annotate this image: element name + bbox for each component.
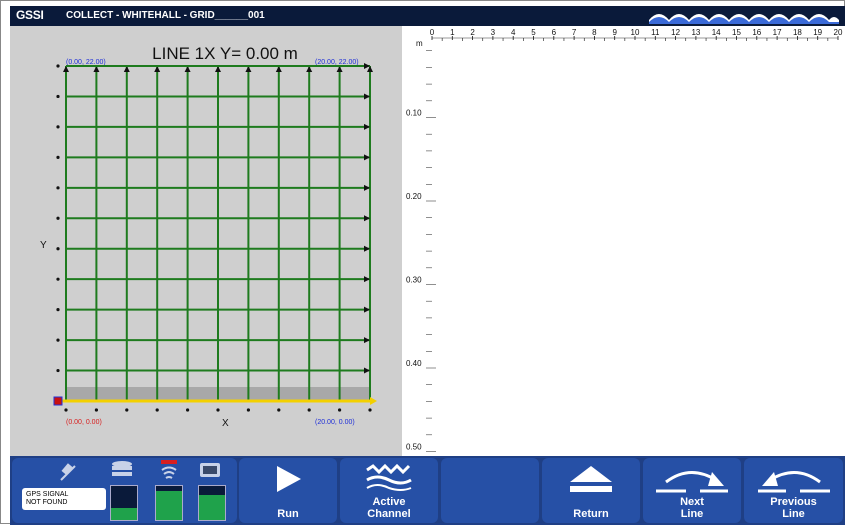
horizontal-tick-label: 10	[631, 28, 640, 37]
grid-column-dot	[94, 408, 98, 412]
y-axis-label: Y	[40, 240, 47, 251]
previous-line-button-label: Previous Line	[770, 496, 817, 520]
eject-icon	[570, 466, 612, 492]
battery-gauge	[198, 485, 226, 521]
grid-row-dot	[56, 368, 60, 373]
grid-row-dot	[56, 277, 60, 281]
horizontal-tick-label: 15	[732, 28, 741, 37]
depth-label: 0.40	[406, 359, 422, 368]
grid-column-dot	[216, 408, 220, 412]
x-axis-label: X	[222, 418, 229, 429]
next-line-button-label: Next Line	[680, 496, 704, 520]
gps-status-line1: GPS SIGNAL	[26, 491, 69, 498]
horizontal-tick-label: 17	[773, 28, 782, 37]
return-button[interactable]: Return	[542, 458, 640, 523]
signal-gauge	[155, 485, 183, 521]
depth-scale: m 0 1 2 3 4 5 6 7 8 9 10 11 12 13 14 15 16 17 18 19 200.100.…	[406, 28, 843, 452]
satellite-icon	[60, 463, 76, 481]
horizontal-tick-label: 9	[612, 28, 617, 37]
horizontal-tick-label: 5	[531, 28, 536, 37]
grid-lines	[56, 63, 373, 412]
grid-row-dot	[56, 94, 60, 99]
grid-row-dot	[56, 247, 60, 251]
depth-label: 0.30	[406, 276, 422, 285]
grid-column-dot	[338, 408, 342, 412]
grid-row-dot	[56, 186, 60, 190]
gps-status-label: GPS SIGNAL NOT FOUND	[22, 488, 106, 510]
depth-unit-label: m	[416, 39, 423, 48]
horizontal-tick-label: 8	[592, 28, 597, 37]
active-line-arrow	[370, 397, 377, 405]
grid-column-dot	[277, 408, 281, 412]
horizontal-tick-label: 13	[691, 28, 700, 37]
start-marker[interactable]	[53, 396, 63, 406]
blank-button[interactable]	[441, 458, 539, 523]
grid-column-dot	[186, 408, 190, 412]
grid-row-dot	[56, 155, 60, 159]
horizontal-tick-label: 16	[752, 28, 761, 37]
grid-column-dot	[368, 408, 372, 412]
horizontal-tick-label: 19	[813, 28, 822, 37]
corner-top-right-label: (20.00, 22.00)	[315, 59, 359, 66]
return-button-label: Return	[573, 508, 609, 520]
horizontal-tick-label: 3	[491, 28, 496, 37]
horizontal-tick-label: 7	[572, 28, 577, 37]
wave-logo-icon	[649, 14, 839, 24]
horizontal-tick-label: 0	[430, 28, 435, 37]
horizontal-tick-label: 11	[651, 28, 660, 37]
grid-map-panel[interactable]: LINE 1X Y= 0.00 m (0.00, 22.00) (20.00, …	[10, 26, 402, 456]
active-channel-button-label: Active Channel	[367, 496, 411, 520]
signal-gauge-fill	[156, 491, 182, 520]
play-icon	[277, 466, 301, 492]
gps-status-line2: NOT FOUND	[26, 499, 68, 506]
active-channel-button[interactable]: Active Channel	[340, 458, 438, 523]
horizontal-tick-label: 18	[793, 28, 802, 37]
grid-map[interactable]: LINE 1X Y= 0.00 m (0.00, 22.00) (20.00, …	[10, 26, 402, 456]
corner-bottom-right-label: (20.00, 0.00)	[315, 419, 355, 426]
line-title: LINE 1X Y= 0.00 m	[152, 44, 298, 63]
horizontal-tick-label: 12	[671, 28, 680, 37]
antenna-icon	[161, 460, 177, 479]
waveform-icon	[366, 464, 412, 491]
grid-row-dot	[56, 216, 60, 220]
app-window: GSSI COLLECT - WHITEHALL - GRID______001…	[0, 0, 845, 525]
depth-label: 0.10	[406, 109, 422, 118]
window-title: COLLECT - WHITEHALL - GRID______001	[66, 10, 265, 21]
horizontal-tick-label: 2	[470, 28, 475, 37]
radar-scan-panel[interactable]: m 0 1 2 3 4 5 6 7 8 9 10 11 12 13 14 15 16 17 18 19 20 0.10 0.…	[402, 26, 845, 456]
grid-column-dot	[155, 408, 159, 412]
status-panel: GPS SIGNAL NOT FOUND	[12, 458, 237, 523]
horizontal-tick-label: 6	[552, 28, 557, 37]
device-icon	[200, 463, 220, 477]
run-button-label: Run	[277, 508, 299, 520]
storage-gauge	[110, 485, 138, 521]
grid-row-dot	[56, 338, 60, 342]
curved-arrow-left-icon	[757, 471, 830, 493]
grid-column-dot	[246, 408, 250, 412]
grid-column-dot	[125, 408, 129, 412]
next-line-button[interactable]: Next Line	[643, 458, 741, 523]
grid-row-dot	[56, 64, 60, 68]
bottom-toolbar: GPS SIGNAL NOT FOUND Run Active Channel …	[10, 456, 845, 525]
horizontal-tick-label: 14	[712, 28, 721, 37]
depth-label: 0.20	[406, 192, 422, 201]
gssi-logo: GSSI	[16, 8, 44, 22]
title-bar: GSSI COLLECT - WHITEHALL - GRID______001	[10, 6, 845, 26]
corner-top-left-label: (0.00, 22.00)	[66, 59, 106, 66]
grid-column-dot	[307, 408, 311, 412]
run-button[interactable]: Run	[239, 458, 337, 523]
storage-icon	[112, 461, 132, 476]
horizontal-tick-label: 4	[511, 28, 516, 37]
previous-line-button[interactable]: Previous Line	[744, 458, 843, 523]
corner-bottom-left-label: (0.00, 0.00)	[66, 419, 102, 426]
storage-gauge-fill	[111, 508, 137, 520]
curved-arrow-right-icon	[656, 471, 728, 493]
grid-column-dot	[64, 408, 68, 412]
depth-label: 0.50	[406, 443, 422, 452]
battery-gauge-fill	[199, 494, 225, 520]
horizontal-tick-label: 1	[450, 28, 455, 37]
grid-row-dot	[56, 308, 60, 312]
horizontal-tick-label: 20	[834, 28, 843, 37]
grid-row-dot	[56, 125, 60, 129]
